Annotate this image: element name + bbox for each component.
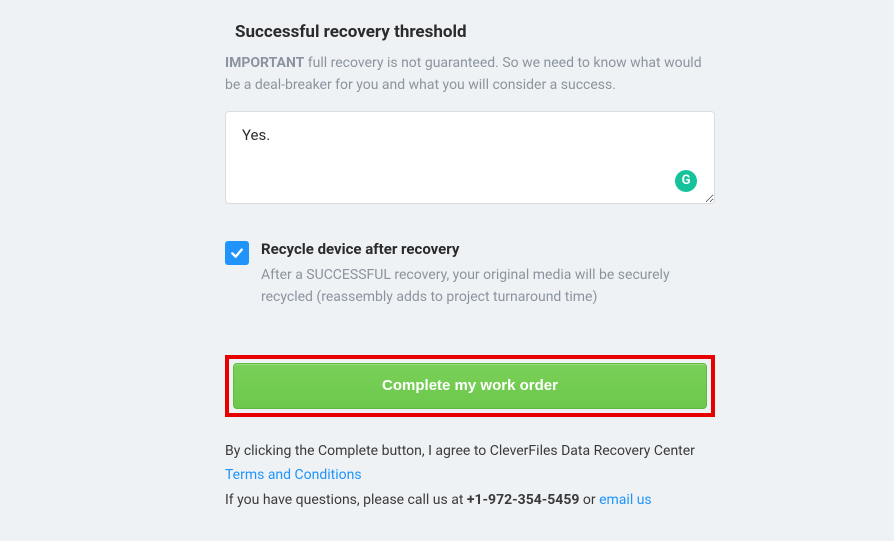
threshold-description: IMPORTANT full recovery is not guarantee…	[225, 52, 715, 97]
footer-phone: +1-972-354-5459	[467, 492, 580, 508]
footer-or: or	[579, 492, 599, 508]
recycle-checkbox-row: Recycle device after recovery After a SU…	[225, 240, 715, 309]
threshold-textarea[interactable]	[225, 111, 715, 204]
terms-link[interactable]: Terms and Conditions	[225, 467, 362, 483]
recycle-checkbox[interactable]	[225, 241, 249, 265]
threshold-textarea-wrap: G	[225, 111, 715, 208]
complete-button[interactable]: Complete my work order	[233, 363, 707, 409]
recycle-description: After a SUCCESSFUL recovery, your origin…	[261, 264, 715, 309]
footer-agree-prefix: By clicking the Complete button, I agree…	[225, 443, 695, 459]
complete-button-highlight: Complete my work order	[225, 355, 715, 417]
threshold-heading: Successful recovery threshold	[225, 22, 715, 42]
check-icon	[229, 245, 245, 261]
email-link[interactable]: email us	[599, 492, 652, 508]
recovery-form-section: Successful recovery threshold IMPORTANT …	[225, 0, 715, 512]
footer-text: By clicking the Complete button, I agree…	[225, 439, 715, 513]
threshold-important-label: IMPORTANT	[225, 55, 304, 71]
footer-questions-prefix: If you have questions, please call us at	[225, 492, 467, 508]
recycle-label: Recycle device after recovery	[261, 240, 715, 258]
recycle-text-block: Recycle device after recovery After a SU…	[261, 240, 715, 309]
